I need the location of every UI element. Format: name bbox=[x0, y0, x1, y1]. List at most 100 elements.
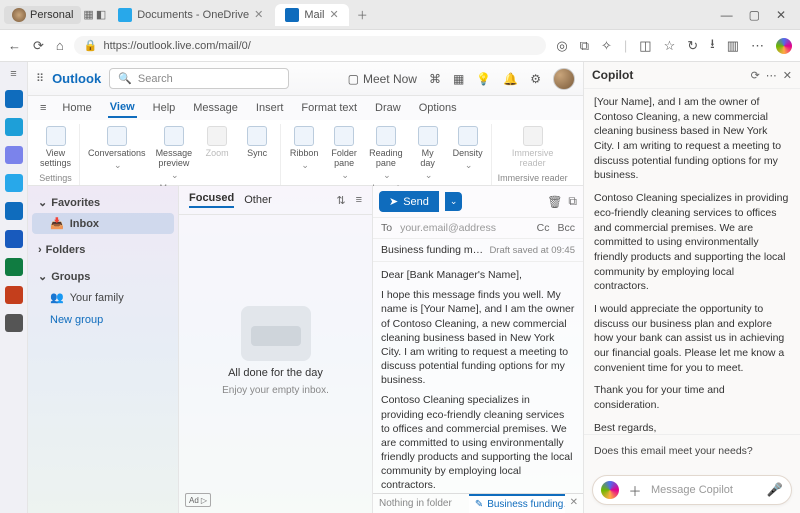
copilot-input[interactable]: ＋ Message Copilot 🎤 bbox=[592, 475, 792, 505]
tab-help[interactable]: Help bbox=[151, 99, 178, 117]
rail-powerpoint-icon[interactable] bbox=[5, 286, 23, 304]
tab-draw[interactable]: Draw bbox=[373, 99, 403, 117]
shopping-icon[interactable]: ⧉ bbox=[580, 38, 589, 54]
browser-tab-onedrive[interactable]: Documents - OneDrive ✕ bbox=[108, 4, 273, 26]
ribbon-sync[interactable]: Sync bbox=[240, 124, 274, 160]
copilot-more-icon[interactable]: ⋯ bbox=[766, 69, 777, 82]
discard-icon[interactable]: 🗑 bbox=[547, 195, 562, 209]
empty-subtitle: Enjoy your empty inbox. bbox=[222, 385, 329, 396]
copilot-close-icon[interactable]: ✕ bbox=[783, 69, 792, 82]
tab-home[interactable]: Home bbox=[60, 99, 93, 117]
ribbon-view-settings[interactable]: View settings bbox=[38, 124, 73, 170]
footer-tab-draft[interactable]: ✎Business funding… bbox=[469, 494, 565, 513]
rail-word-icon[interactable] bbox=[5, 230, 23, 248]
tab-focused[interactable]: Focused bbox=[189, 192, 234, 208]
group-your-family[interactable]: 👥Your family bbox=[32, 287, 174, 308]
notifications-icon[interactable]: 🔔 bbox=[503, 72, 518, 86]
subject-field[interactable]: Business funding meeting req… bbox=[381, 244, 483, 256]
browser-profile-chip[interactable]: Personal bbox=[4, 6, 81, 24]
workspaces-icon[interactable]: ▦ bbox=[83, 8, 93, 21]
folder-inbox[interactable]: 📥Inbox bbox=[32, 213, 174, 234]
copilot-mic-icon[interactable]: 🎤 bbox=[767, 482, 783, 498]
tab-view[interactable]: View bbox=[108, 98, 137, 118]
rail-excel-icon[interactable] bbox=[5, 258, 23, 276]
new-group-link[interactable]: New group bbox=[32, 308, 174, 332]
window-maximize-button[interactable]: ▢ bbox=[749, 8, 760, 22]
ad-choices-icon: ▷ bbox=[201, 496, 207, 505]
send-button[interactable]: ➤Send bbox=[379, 191, 439, 212]
section-favorites[interactable]: ⌄Favorites bbox=[32, 192, 174, 213]
new-tab-button[interactable]: ＋ bbox=[351, 7, 374, 23]
browser-toolbar: ← ⟳ ⌂ 🔒 https://outlook.live.com/mail/0/… bbox=[0, 30, 800, 62]
more-icon[interactable]: ⋯ bbox=[751, 38, 764, 54]
footer-tab-nothing[interactable]: Nothing in folder bbox=[373, 494, 469, 513]
back-button[interactable]: ← bbox=[8, 38, 21, 53]
meet-now-button[interactable]: ▢Meet Now bbox=[348, 72, 417, 86]
pencil-icon: ✎ bbox=[475, 499, 483, 510]
section-folders[interactable]: ›Folders bbox=[32, 240, 174, 260]
tab-insert[interactable]: Insert bbox=[254, 99, 286, 117]
tab-close-icon[interactable]: ✕ bbox=[330, 8, 339, 21]
bcc-button[interactable]: Bcc bbox=[557, 222, 575, 234]
ribbon-density[interactable]: Density bbox=[451, 124, 485, 173]
history-icon[interactable]: ↻ bbox=[687, 38, 698, 54]
window-close-button[interactable]: ✕ bbox=[776, 8, 786, 22]
hamburger-icon[interactable]: ≡ bbox=[40, 102, 46, 114]
downloads-icon[interactable]: ⭳ bbox=[710, 35, 715, 57]
collections-icon[interactable]: ◧ bbox=[96, 8, 106, 21]
tab-message[interactable]: Message bbox=[191, 99, 240, 117]
folder-pane: ⌄Favorites 📥Inbox ›Folders ⌄Groups 👥Your… bbox=[28, 186, 178, 513]
address-bar[interactable]: 🔒 https://outlook.live.com/mail/0/ bbox=[74, 36, 547, 55]
ribbon-folder-pane[interactable]: Folder pane bbox=[327, 124, 361, 183]
popout-icon[interactable]: ⧉ bbox=[568, 194, 577, 209]
tab-options[interactable]: Options bbox=[417, 99, 459, 117]
inbox-icon: 📥 bbox=[50, 217, 64, 230]
favorites-icon[interactable]: ☆ bbox=[664, 38, 676, 54]
rail-more-icon[interactable] bbox=[5, 314, 23, 332]
extensions-icon[interactable]: ✧ bbox=[601, 38, 612, 54]
refresh-button[interactable]: ⟳ bbox=[33, 38, 44, 54]
sort-icon[interactable]: ≡ bbox=[356, 194, 362, 206]
filter-icon[interactable]: ⇅ bbox=[336, 194, 345, 207]
rail-calendar-icon[interactable] bbox=[5, 118, 23, 136]
ribbon-zoom: Zoom bbox=[200, 124, 234, 160]
teams-icon[interactable]: ⌘ bbox=[429, 72, 441, 86]
copilot-attach-icon[interactable]: ＋ bbox=[627, 482, 643, 498]
window-minimize-button[interactable]: — bbox=[721, 8, 733, 22]
rail-people-icon[interactable] bbox=[5, 146, 23, 164]
tab-other[interactable]: Other bbox=[244, 194, 272, 206]
copilot-refresh-icon[interactable]: ⟳ bbox=[751, 69, 760, 82]
search-input[interactable]: 🔍 Search bbox=[109, 68, 289, 89]
email-body[interactable]: Dear [Bank Manager's Name], I hope this … bbox=[373, 262, 583, 493]
ad-badge[interactable]: Ad▷ bbox=[185, 493, 211, 507]
home-button[interactable]: ⌂ bbox=[56, 38, 64, 53]
empty-title: All done for the day bbox=[228, 367, 323, 379]
tracking-icon[interactable]: ◎ bbox=[556, 38, 567, 54]
cc-button[interactable]: Cc bbox=[537, 222, 550, 234]
split-icon[interactable]: ◫ bbox=[639, 38, 651, 54]
footer-tab-close[interactable]: ✕ bbox=[565, 494, 583, 513]
lightbulb-icon[interactable]: 💡 bbox=[476, 72, 491, 86]
user-avatar[interactable] bbox=[553, 68, 575, 90]
tab-format[interactable]: Format text bbox=[299, 99, 359, 117]
ribbon-reading-pane[interactable]: Reading pane bbox=[367, 124, 405, 183]
send-options-button[interactable]: ⌄ bbox=[445, 192, 463, 211]
app-launcher-icon[interactable]: ⠿ bbox=[36, 72, 44, 85]
ribbon-ribbon[interactable]: Ribbon bbox=[287, 124, 321, 173]
ribbon-message-preview[interactable]: Message preview bbox=[154, 124, 195, 183]
settings-icon[interactable]: ⚙ bbox=[530, 72, 541, 86]
rail-files-icon[interactable] bbox=[5, 174, 23, 192]
copilot-browser-icon[interactable] bbox=[776, 38, 792, 54]
rail-menu-icon[interactable]: ≡ bbox=[10, 68, 16, 80]
to-field[interactable]: your.email@address bbox=[400, 222, 529, 234]
rail-mail-icon[interactable] bbox=[5, 90, 23, 108]
tab-close-icon[interactable]: ✕ bbox=[254, 8, 263, 21]
rail-todo-icon[interactable] bbox=[5, 202, 23, 220]
calendar-mini-icon[interactable]: ▦ bbox=[453, 72, 464, 86]
ribbon-conversations[interactable]: Conversations bbox=[86, 124, 148, 173]
ribbon-my-day[interactable]: My day bbox=[411, 124, 445, 183]
section-groups[interactable]: ⌄Groups bbox=[32, 266, 174, 287]
url-text: https://outlook.live.com/mail/0/ bbox=[103, 40, 250, 52]
browser-collections-icon[interactable]: ▥ bbox=[727, 38, 739, 54]
browser-tab-mail[interactable]: Mail ✕ bbox=[275, 4, 348, 26]
